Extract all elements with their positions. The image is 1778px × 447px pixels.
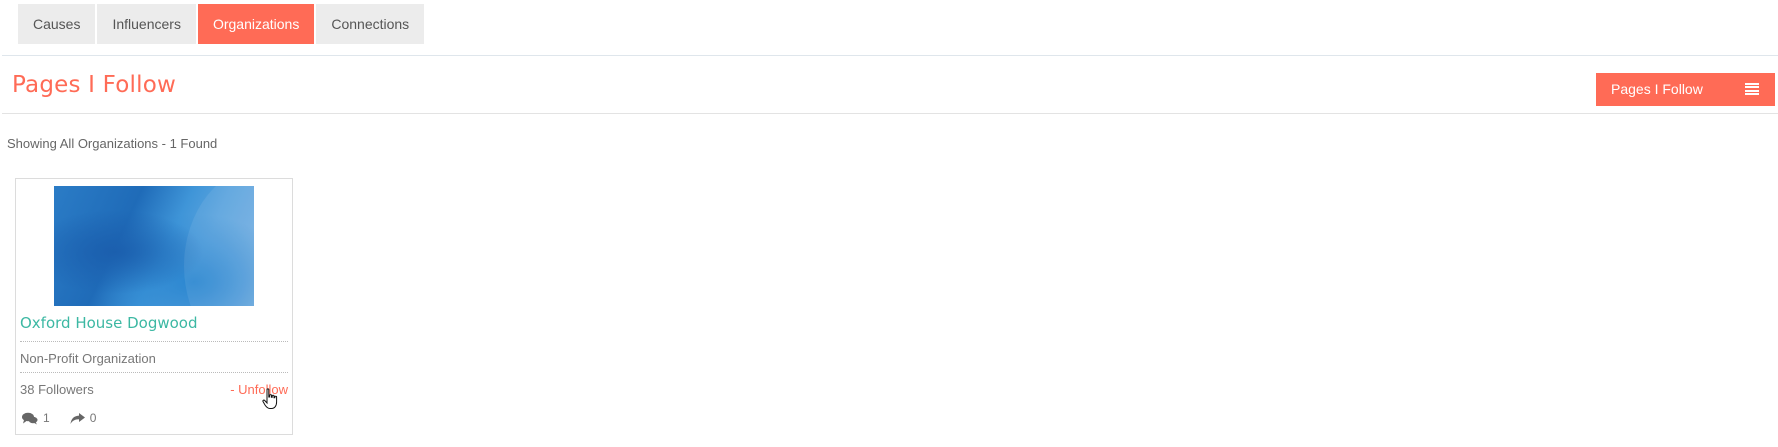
pages-i-follow-button-label: Pages I Follow	[1611, 81, 1703, 97]
tab-causes[interactable]: Causes	[18, 4, 96, 44]
card-divider	[20, 372, 288, 373]
tab-divider	[2, 55, 1778, 56]
organization-cover-image[interactable]	[54, 186, 254, 306]
share-icon	[70, 412, 85, 424]
card-stats: 1 0	[22, 411, 96, 425]
menu-icon	[1745, 83, 1759, 96]
page-title: Pages I Follow	[12, 72, 177, 98]
hand-cursor-icon	[262, 388, 278, 409]
card-divider	[20, 341, 288, 342]
results-summary: Showing All Organizations - 1 Found	[7, 136, 218, 151]
tab-organizations[interactable]: Organizations	[197, 4, 315, 44]
comments-count: 1	[43, 411, 50, 425]
tab-influencers[interactable]: Influencers	[97, 4, 196, 44]
pages-i-follow-menu-button[interactable]: Pages I Follow	[1596, 73, 1775, 106]
tab-bar: Causes Influencers Organizations Connect…	[18, 4, 425, 44]
shares-count: 0	[89, 411, 97, 425]
header-divider	[2, 113, 1778, 114]
organization-name-link[interactable]: Oxford House Dogwood	[20, 314, 198, 332]
followers-count: 38 Followers	[20, 382, 94, 397]
comments-stat[interactable]: 1	[22, 411, 50, 425]
comments-icon	[22, 412, 38, 424]
tab-connections[interactable]: Connections	[316, 4, 425, 44]
organization-card: Oxford House Dogwood Non-Profit Organiza…	[15, 178, 293, 435]
shares-stat[interactable]: 0	[70, 411, 97, 425]
organization-type: Non-Profit Organization	[20, 351, 156, 366]
